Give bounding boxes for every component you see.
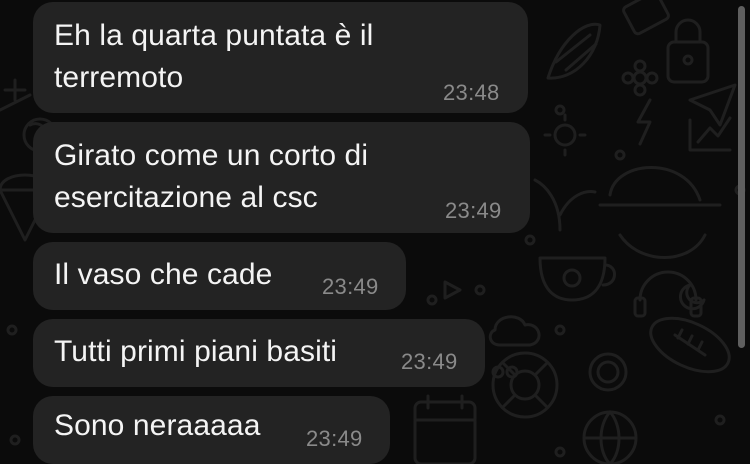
message-timestamp: 23:48 bbox=[443, 80, 500, 105]
chat-scrollbar[interactable] bbox=[738, 6, 745, 348]
message-bubble[interactable]: Sono neraaaaa 23:49 bbox=[33, 396, 390, 464]
message-bubble[interactable]: Il vaso che cade 23:49 bbox=[33, 242, 406, 310]
message-timestamp: 23:49 bbox=[306, 426, 363, 451]
message-bubble[interactable]: Eh la quarta puntata è il terremoto 23:4… bbox=[33, 2, 528, 113]
message-text: Il vaso che cade bbox=[54, 258, 273, 291]
message-timestamp: 23:49 bbox=[322, 274, 379, 299]
message-timestamp: 23:49 bbox=[401, 349, 458, 374]
message-text: Tutti primi piani basiti bbox=[54, 335, 338, 368]
message-bubble[interactable]: Girato come un corto di esercitazione al… bbox=[33, 122, 530, 233]
message-text: Girato come un corto di esercitazione al… bbox=[54, 139, 369, 214]
message-text: Eh la quarta puntata è il terremoto bbox=[54, 19, 374, 94]
message-text: Sono neraaaaa bbox=[54, 409, 261, 442]
message-timestamp: 23:49 bbox=[445, 198, 502, 223]
message-bubble[interactable]: Tutti primi piani basiti 23:49 bbox=[33, 319, 485, 387]
